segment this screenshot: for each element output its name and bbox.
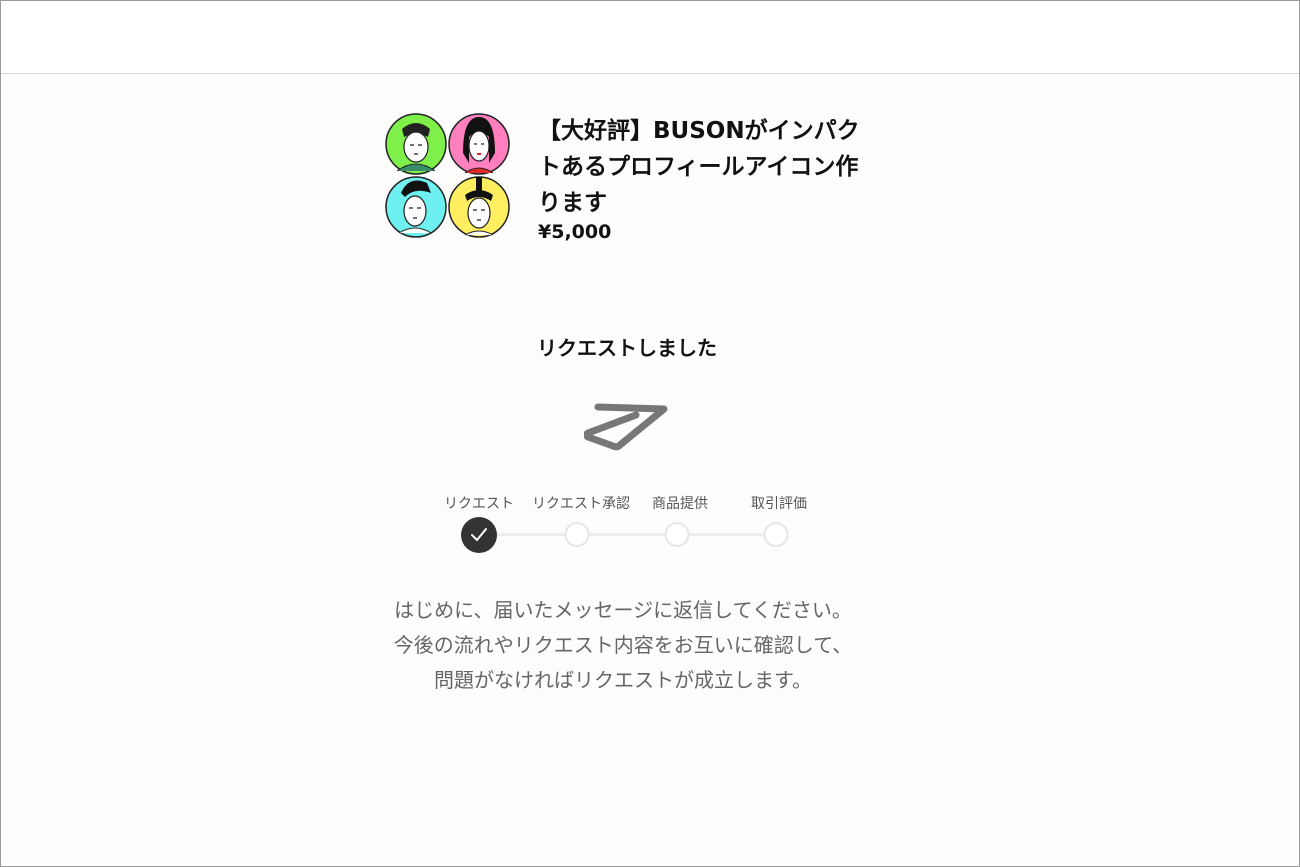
product-summary: 【大好評】BUSONがインパクトあるプロフィールアイコン作ります ¥5,000 (385, 113, 885, 253)
step-done-marker (461, 517, 497, 553)
step-dot-delivery (664, 522, 690, 547)
top-header-bar (1, 1, 1299, 74)
progress-steps: リクエスト リクエスト承認 商品提供 取引評価 (421, 491, 841, 561)
message-line-3: 問題がなければリクエストが成立します。 (434, 668, 812, 692)
step-label-review: 取引評価 (751, 496, 807, 512)
instruction-message: はじめに、届いたメッセージに返信してください。 今後の流れやリクエスト内容をお互… (1, 593, 1245, 698)
paper-plane-icon (583, 397, 670, 457)
progress-line (479, 533, 776, 536)
step-dot-review (763, 522, 789, 547)
product-title[interactable]: 【大好評】BUSONがインパクトあるプロフィールアイコン作ります (538, 113, 878, 221)
step-label-delivery: 商品提供 (652, 496, 708, 512)
checkmark-icon (471, 528, 487, 541)
message-line-1: はじめに、届いたメッセージに返信してください。 (394, 598, 852, 622)
page-frame: 【大好評】BUSONがインパクトあるプロフィールアイコン作ります ¥5,000 … (0, 0, 1300, 867)
step-label-approval: リクエスト承認 (532, 496, 630, 512)
avatar-green (385, 113, 447, 175)
product-thumbnail (385, 113, 511, 239)
step-label-request: リクエスト (444, 496, 514, 512)
avatar-pink (448, 113, 510, 175)
product-price: ¥5,000 (538, 221, 612, 243)
message-line-2: 今後の流れやリクエスト内容をお互いに確認して、 (393, 633, 853, 657)
status-title: リクエストしました (537, 336, 717, 360)
avatar-cyan (385, 176, 447, 238)
avatar-yellow (448, 176, 510, 238)
step-dot-approval (564, 522, 590, 547)
